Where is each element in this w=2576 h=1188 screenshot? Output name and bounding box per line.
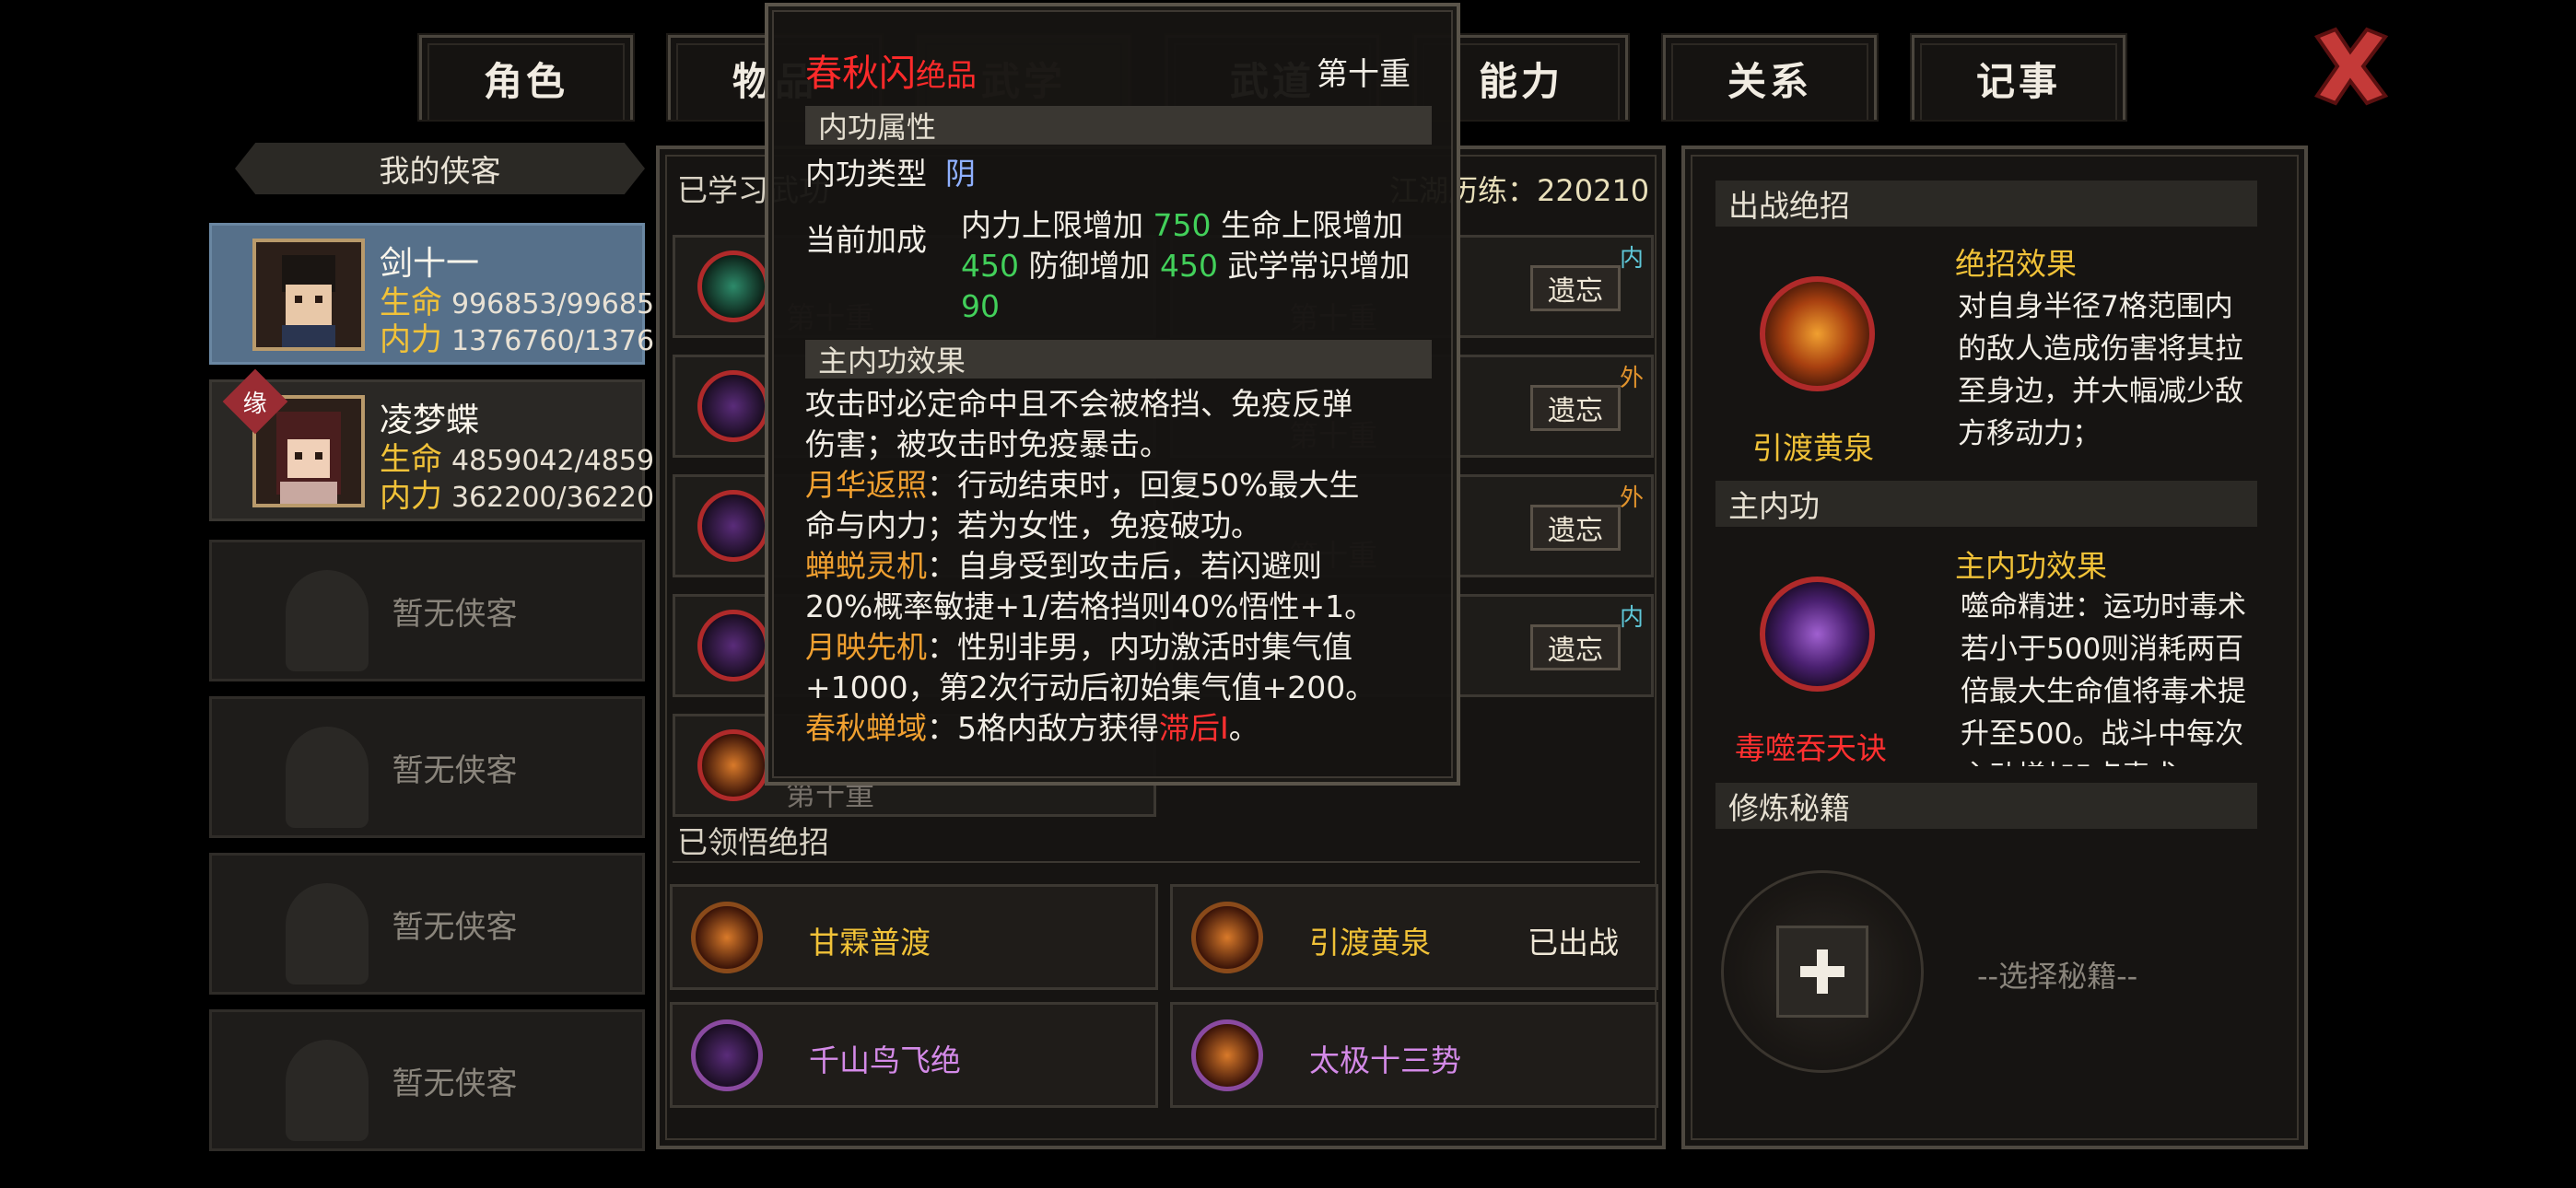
hero-mp: 内力 362200/362200	[380, 478, 673, 515]
ultimate-name: 太极十三势	[1309, 1042, 1461, 1078]
ult-effect-title: 绝招效果	[1955, 246, 2077, 282]
close-icon[interactable]	[2308, 24, 2393, 109]
skill-icon	[697, 370, 769, 442]
type-row: 内功类型阴	[805, 156, 976, 192]
tab-character[interactable]: 角色	[417, 33, 635, 122]
bonus-values: 内力上限增加 750 生命上限增加 450 防御增加 450 武学常识增加 90	[961, 207, 1411, 324]
empty-label: 暂无侠客	[392, 751, 518, 789]
inner-badge: 内	[1619, 244, 1644, 273]
outer-badge: 外	[1619, 364, 1644, 392]
main-head: 主内功	[1715, 481, 2257, 527]
ultimate-name: 甘霖普渡	[809, 925, 931, 961]
inner-badge: 内	[1619, 603, 1644, 632]
hero-portrait	[252, 239, 365, 351]
bonus-label: 当前加成	[805, 222, 927, 258]
empty-hero-slot[interactable]: 暂无侠客	[209, 1009, 645, 1151]
skill-icon	[697, 490, 769, 562]
ultimate-slot[interactable]: 千山鸟飞绝	[670, 1002, 1158, 1108]
ultimate-status: 已出战	[1528, 925, 1619, 961]
ult-name: 引渡黄泉	[1752, 430, 1874, 466]
tab-journal[interactable]: 记事	[1910, 33, 2127, 122]
empty-hero-slot[interactable]: 暂无侠客	[209, 696, 645, 838]
ult-section-title: 已领悟绝招	[677, 824, 829, 860]
forget-button[interactable]: 遗忘	[1530, 505, 1621, 551]
skill-icon	[697, 250, 769, 322]
hero-card-ling[interactable]: 缘 凌梦蝶 生命 4859042/4859042 内力 362200/362200	[209, 368, 707, 521]
forget-button[interactable]: 遗忘	[1530, 624, 1621, 670]
skill-icon	[697, 610, 769, 681]
ult-effect-text: 对自身半径7格范围内 的敌人造成伤害将其拉 至身边，并大幅减少敌 方移动力；	[1958, 290, 2243, 450]
outer-badge: 外	[1619, 483, 1644, 512]
empty-label: 暂无侠客	[392, 595, 518, 633]
main-effect-title: 主内功效果	[1955, 548, 2107, 584]
ult-head: 出战绝招	[1715, 181, 2257, 227]
effect-head: 主内功效果	[805, 340, 1432, 379]
tooltip-title: 春秋闪绝品	[805, 52, 977, 95]
add-manual-button[interactable]	[1776, 926, 1868, 1018]
ult-emblem[interactable]	[1760, 276, 1875, 391]
roster-title: 我的侠客	[235, 143, 645, 194]
manual-head: 修炼秘籍	[1715, 783, 2257, 829]
attr-head: 内功属性	[805, 106, 1432, 145]
tooltip-level: 第十重	[1317, 56, 1411, 93]
main-effect-text: 噬命精进：运功时毒术 若小于500则消耗两百 倍最大生命值将毒术提 升至500。…	[1961, 590, 2246, 766]
ultimate-icon	[691, 902, 763, 973]
forget-button[interactable]: 遗忘	[1530, 385, 1621, 431]
ultimate-icon	[1191, 902, 1263, 973]
forget-button[interactable]: 遗忘	[1530, 265, 1621, 311]
manual-select-label[interactable]: --选择秘籍--	[1977, 953, 2137, 996]
ultimate-slot[interactable]: 甘霖普渡	[670, 884, 1158, 990]
ultimate-icon	[691, 1019, 763, 1091]
skill-icon	[697, 729, 769, 801]
tab-relations[interactable]: 关系	[1661, 33, 1879, 122]
ultimate-name: 千山鸟飞绝	[809, 1042, 961, 1078]
empty-label: 暂无侠客	[392, 908, 518, 946]
plus-icon	[1800, 949, 1844, 994]
ultimate-icon	[1191, 1019, 1263, 1091]
main-name: 毒噬吞天诀	[1735, 730, 1887, 766]
empty-hero-slot[interactable]: 暂无侠客	[209, 853, 645, 995]
empty-hero-slot[interactable]: 暂无侠客	[209, 540, 645, 681]
hero-card-jian[interactable]: 剑十一 生命 996853/996853 内力 1376760/1376760	[209, 223, 707, 365]
skill-tooltip: 春秋闪绝品 第十重 内功属性 内功类型阴 当前加成 内力上限增加 750 生命上…	[765, 3, 1460, 786]
ultimate-slot[interactable]: 太极十三势	[1170, 1002, 1658, 1108]
divider	[673, 861, 1640, 863]
ultimate-name: 引渡黄泉	[1309, 925, 1431, 961]
empty-label: 暂无侠客	[392, 1065, 518, 1102]
main-emblem[interactable]	[1760, 577, 1875, 692]
effect-text: 攻击时必定命中且不会被格挡、免疫反弹 伤害；被攻击时免疫暴击。 月华返照：行动结…	[805, 386, 1376, 746]
ultimate-slot[interactable]: 引渡黄泉 已出战	[1170, 884, 1658, 990]
